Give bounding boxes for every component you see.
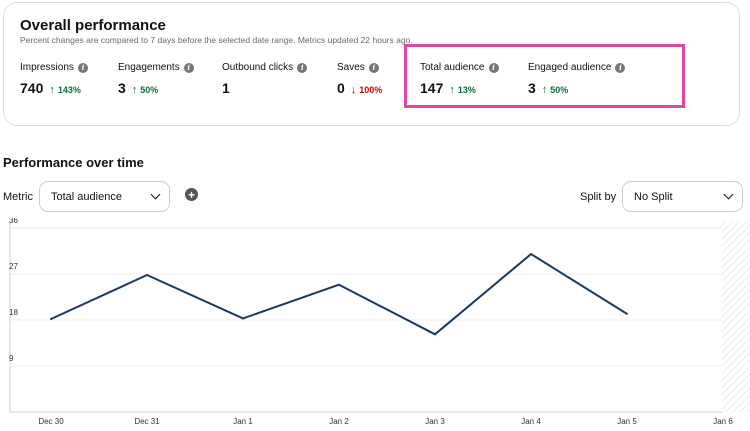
chevron-down-icon	[723, 189, 734, 200]
metric-label: Outbound clicks	[222, 62, 294, 73]
overall-performance-subtitle: Percent changes are compared to 7 days b…	[20, 35, 413, 45]
metric-saves: Saves i 0 ↓ 100%	[337, 62, 382, 96]
metric-outbound-clicks: Outbound clicks i 1	[222, 62, 308, 96]
info-icon[interactable]: i	[183, 62, 194, 73]
metric-value: 740	[20, 80, 44, 96]
x-tick-label: Dec 31	[134, 417, 160, 426]
arrow-up-icon: ↑	[131, 84, 138, 96]
metric-label: Engagements	[118, 62, 180, 73]
performance-over-time-title: Performance over time	[3, 155, 144, 170]
metric-delta: ↑ 143%	[49, 84, 81, 96]
x-tick-label: Jan 4	[521, 417, 541, 426]
metric-impressions: Impressions i 740 ↑ 143%	[20, 62, 88, 96]
split-select[interactable]: No Split	[622, 181, 743, 212]
metric-select-label: Metric	[3, 191, 33, 203]
info-icon[interactable]: i	[368, 62, 379, 73]
y-tick-label: 18	[9, 308, 18, 317]
metric-delta-text: 100%	[359, 85, 383, 95]
overall-performance-title: Overall performance	[20, 17, 166, 34]
data-point[interactable]	[338, 283, 340, 286]
x-tick-label: Dec 30	[38, 417, 64, 426]
data-point[interactable]	[242, 317, 244, 320]
y-tick-label: 9	[9, 354, 14, 363]
arrow-up-icon: ↑	[49, 84, 55, 96]
y-tick-label: 36	[9, 218, 18, 225]
performance-chart: 36 27 18 9 Dec 30 Dec 31 Jan 1 Jan 2 Jan 3 Jan 4…	[9, 218, 750, 426]
future-period-area	[722, 222, 750, 412]
split-select-label: Split by	[580, 191, 617, 203]
x-tick-label: Jan 2	[329, 417, 349, 426]
metric-value: 1	[222, 80, 230, 96]
info-icon[interactable]: i	[77, 62, 88, 73]
metric-select[interactable]: Total audience	[39, 181, 170, 212]
metric-value: 3	[118, 80, 126, 96]
add-metric-button[interactable]: +	[185, 188, 198, 201]
metric-label: Saves	[337, 62, 365, 73]
split-select-value: No Split	[634, 190, 673, 203]
info-icon[interactable]: i	[297, 62, 308, 73]
data-point[interactable]	[530, 253, 532, 256]
metric-value: 0	[337, 80, 345, 96]
metric-label: Impressions	[20, 62, 74, 73]
metric-delta: ↑ 50%	[132, 84, 159, 96]
metric-select-value: Total audience	[51, 190, 122, 203]
series-line	[50, 253, 628, 336]
arrow-down-icon: ↓	[350, 84, 357, 96]
y-tick-label: 27	[9, 262, 18, 271]
highlight-box	[404, 44, 685, 108]
x-tick-label: Jan 3	[425, 417, 445, 426]
chevron-down-icon	[150, 189, 161, 200]
x-tick-label: Jan 5	[617, 417, 637, 426]
metric-delta-text: 50%	[140, 85, 159, 95]
data-point[interactable]	[50, 317, 52, 320]
metric-delta: ↓ 100%	[351, 84, 383, 96]
data-point[interactable]	[626, 312, 628, 315]
x-tick-label: Jan 1	[233, 417, 253, 426]
data-point[interactable]	[434, 333, 436, 336]
metric-engagements: Engagements i 3 ↑ 50%	[118, 62, 194, 96]
x-tick-label: Jan 6	[713, 417, 733, 426]
data-point[interactable]	[146, 274, 148, 277]
metric-delta-text: 143%	[57, 85, 81, 95]
